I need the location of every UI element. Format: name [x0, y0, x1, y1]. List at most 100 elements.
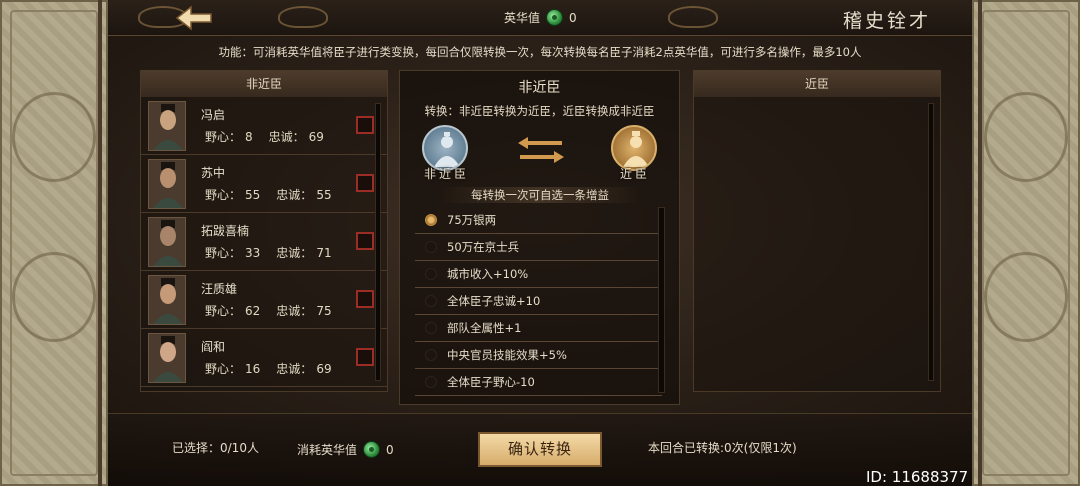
selected-count: 已选择：0/10人 — [172, 441, 259, 455]
officer-name: 苏中 — [201, 166, 226, 180]
officer-row[interactable]: 汪质雄 野心： 62 忠诚： 75 — [141, 271, 387, 329]
swap-arrows-icon — [518, 137, 564, 163]
game-screen: 英华值 0 稽史铨才 功能：可消耗英华值将臣子进行类变换，每回合仅限转换一次，每… — [0, 0, 1080, 486]
loyalty-value: 69 — [316, 362, 332, 376]
cloud-ornament-icon — [278, 6, 328, 28]
close-label: 近臣 — [620, 167, 651, 181]
officer-portrait — [148, 217, 186, 267]
loyalty-label: 忠诚： — [276, 304, 313, 318]
radio-dot-icon — [425, 214, 437, 226]
radio-dot-icon — [425, 322, 437, 334]
buff-option[interactable]: 中央官员技能效果+5% — [415, 342, 662, 369]
options-scrollbar[interactable] — [658, 207, 665, 393]
loyalty-label: 忠诚： — [276, 246, 313, 260]
cloud-ornament-icon — [668, 6, 718, 28]
officer-stats: 野心： 16 忠诚： 69 — [205, 360, 336, 377]
right-panel-title: 近臣 — [694, 71, 940, 97]
close-officer-panel: 近臣 — [693, 70, 941, 392]
officer-stats: 野心： 8 忠诚： 69 — [205, 128, 328, 145]
buff-option-label: 中央官员技能效果+5% — [447, 348, 567, 362]
ambition-label: 野心： — [205, 130, 242, 144]
ambition-value: 55 — [245, 188, 261, 202]
ambition-value: 33 — [245, 246, 261, 260]
officer-name: 拓跋喜楠 — [201, 224, 250, 238]
buff-option-label: 50万在京士兵 — [447, 240, 520, 254]
buff-option-label: 部队全属性+1 — [447, 321, 522, 335]
right-decorative-border — [972, 0, 1080, 486]
loyalty-value: 71 — [316, 246, 332, 260]
dragon-ornament-icon — [12, 252, 96, 342]
loyalty-value: 69 — [308, 130, 324, 144]
buff-option-label: 全体臣子忠诚+10 — [447, 294, 541, 308]
loyalty-label: 忠诚： — [276, 362, 313, 376]
left-scrollbar[interactable] — [375, 103, 381, 381]
ambition-label: 野心： — [205, 304, 242, 318]
turn-status: 本回合已转换:0次(仅限1次) — [648, 441, 797, 455]
dragon-ornament-icon — [984, 252, 1068, 342]
radio-dot-icon — [425, 349, 437, 361]
officer-name: 冯启 — [201, 108, 226, 122]
officer-select-checkbox[interactable] — [356, 290, 374, 308]
ambition-label: 野心： — [205, 246, 242, 260]
officer-select-checkbox[interactable] — [356, 232, 374, 250]
ambition-value: 62 — [245, 304, 261, 318]
left-decorative-border — [0, 0, 108, 486]
officer-portrait — [148, 333, 186, 383]
officer-select-checkbox[interactable] — [356, 174, 374, 192]
officer-name: 汪质雄 — [201, 282, 238, 296]
resource-value: 0 — [569, 10, 577, 25]
radio-dot-icon — [425, 376, 437, 388]
officer-select-checkbox[interactable] — [356, 116, 374, 134]
buff-option[interactable]: 50万在京士兵 — [415, 234, 662, 261]
right-scrollbar[interactable] — [928, 103, 934, 381]
back-button[interactable] — [175, 5, 215, 31]
conversion-title: 非近臣 — [518, 80, 561, 96]
user-id: ID: 11688377 — [866, 468, 969, 486]
officer-select-checkbox[interactable] — [356, 348, 374, 366]
officer-portrait — [148, 275, 186, 325]
buff-option[interactable]: 城市收入+10% — [415, 261, 662, 288]
officer-list: 冯启 野心： 8 忠诚： 69 苏中 野心： 55 忠诚： 55 拓跋喜楠 野心： 33 忠诚： 71 汪质雄… — [141, 97, 387, 387]
buff-option-list: 75万银两 50万在京士兵 城市收入+10% 全体臣子忠诚+10 部队全属性+1 中央官员… — [415, 207, 662, 396]
ambition-value: 8 — [245, 130, 253, 144]
officer-row[interactable]: 拓跋喜楠野心： 33 忠诚： 71 — [141, 213, 387, 271]
resource-label: 英华值 — [504, 11, 541, 25]
loyalty-label: 忠诚： — [276, 188, 313, 202]
page-title: 稽史铨才 — [842, 10, 931, 32]
loyalty-label: 忠诚： — [268, 130, 305, 144]
cost-label: 消耗英华值 — [297, 443, 358, 457]
ambition-label: 野心： — [205, 362, 242, 376]
loyalty-value: 55 — [316, 188, 332, 202]
jade-icon — [363, 441, 381, 458]
officer-stats: 野心： 55 忠诚： 55 — [205, 186, 336, 203]
non-close-label: 非近臣 — [424, 167, 470, 181]
radio-dot-icon — [425, 268, 437, 280]
non-close-officer-panel: 非近臣 冯启 野心： 8 忠诚： 69 苏中 野心： 55 忠诚： 55 拓跋喜楠 野心： 33 忠诚： 7… — [140, 70, 388, 392]
buff-option[interactable]: 全体臣子忠诚+10 — [415, 288, 662, 315]
buff-option-label: 城市收入+10% — [447, 267, 529, 281]
officer-row[interactable]: 苏中 野心： 55 忠诚： 55 — [141, 155, 387, 213]
back-arrow-icon — [175, 5, 212, 31]
cost-value: 0 — [386, 442, 394, 457]
officer-row[interactable]: 阎和野心： 16 忠诚： 69 — [141, 329, 387, 387]
officer-stats: 野心： 62 忠诚： 75 — [205, 302, 336, 319]
left-panel-title: 非近臣 — [141, 71, 387, 97]
dragon-ornament-icon — [12, 92, 96, 182]
conversion-panel: 非近臣 转换：非近臣转换为近臣，近臣转换成非近臣 非近臣 近臣 每转换一次可自选… — [399, 70, 680, 405]
buff-option[interactable]: 全体臣子野心-10 — [415, 369, 662, 396]
buff-option[interactable]: 75万银两 — [415, 207, 662, 234]
confirm-convert-button[interactable]: 确认转换 — [478, 432, 602, 467]
radio-dot-icon — [425, 295, 437, 307]
function-description: 功能：可消耗英华值将臣子进行类变换，每回合仅限转换一次，每次转换每名臣子消耗2点… — [218, 45, 862, 59]
radio-dot-icon — [425, 241, 437, 253]
buff-option-label: 75万银两 — [447, 213, 497, 227]
ambition-label: 野心： — [205, 188, 242, 202]
officer-stats: 野心： 33 忠诚： 71 — [205, 244, 336, 261]
cost-display: 消耗英华值 0 — [297, 441, 394, 458]
dragon-ornament-icon — [984, 92, 1068, 182]
buff-hint: 每转换一次可自选一条增益 — [440, 187, 640, 203]
conversion-subtitle: 转换：非近臣转换为近臣，近臣转换成非近臣 — [424, 104, 655, 118]
officer-name: 阎和 — [201, 340, 226, 354]
buff-option[interactable]: 部队全属性+1 — [415, 315, 662, 342]
officer-row[interactable]: 冯启野心： 8 忠诚： 69 — [141, 97, 387, 155]
